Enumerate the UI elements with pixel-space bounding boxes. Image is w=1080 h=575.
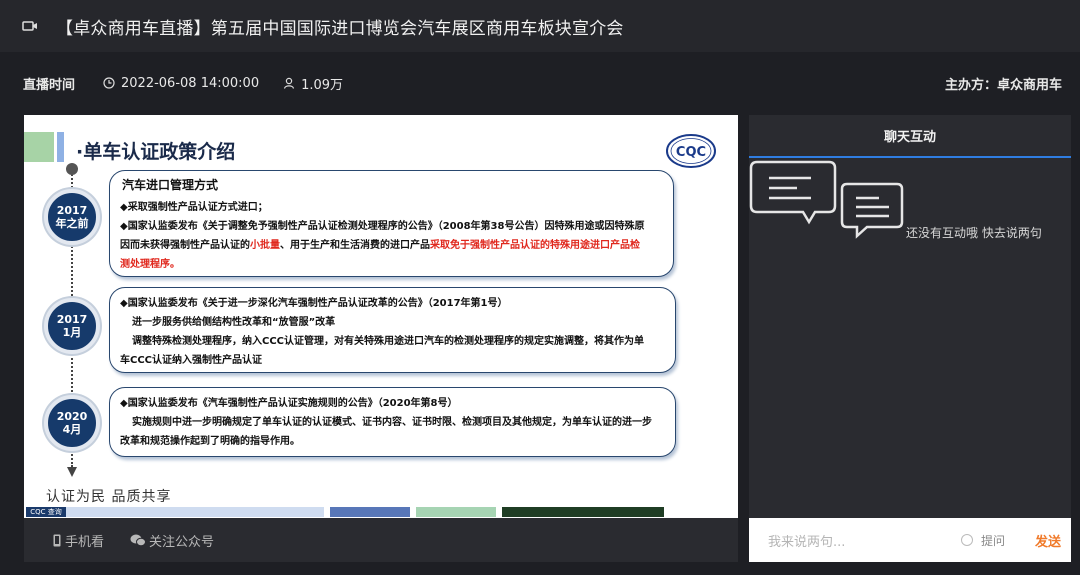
- box1-line3: 因而未获得强制性产品认证的小批量、用于生产和生活消费的进口产品采取免于强制性产品…: [120, 236, 663, 255]
- camera-icon: [22, 21, 37, 31]
- send-button[interactable]: 发送: [1035, 531, 1061, 550]
- cqc-logo-text: CQC: [676, 145, 706, 160]
- chat-empty-message: 还没有互动哦 快去说两句: [906, 226, 1042, 240]
- cqc-tag: CQC 查询: [26, 507, 66, 517]
- year-badge-year: 2017: [56, 313, 88, 326]
- box2-line1: ◆国家认监委发布《关于进一步深化汽车强制性产品认证改革的公告》（2017年第1号…: [120, 298, 508, 309]
- viewers-meta: 1.09万: [283, 74, 343, 93]
- wechat-icon: [130, 534, 147, 546]
- box2-line3: 调整特殊检测处理程序，纳入CCC认证管理，对有关特殊用途进口汽车的检测处理程序的…: [132, 336, 645, 347]
- datetime-text: 2022-06-08 14:00:00: [121, 75, 260, 91]
- box1-line4: 测处理程序。: [120, 255, 663, 274]
- box1-line2b: 因而未获得强制性产品认证的: [120, 240, 250, 251]
- viewers-count: 1.09万: [301, 77, 344, 93]
- year-badge-year: 2017: [56, 204, 88, 217]
- box1-line2: ◆国家认监委发布《关于调整免予强制性产品认证检测处理程序的公告》（2008年第3…: [120, 217, 663, 236]
- slide-footer-bar-green: [416, 507, 496, 517]
- tab-chat[interactable]: 聊天互动: [749, 115, 1071, 158]
- policy-box-2: ◆国家认监委发布《关于进一步深化汽车强制性产品认证改革的公告》（2017年第1号…: [109, 287, 676, 373]
- slide-slogan: 认证为民 品质共享: [46, 489, 172, 505]
- slide-footer-bar-light: [66, 507, 324, 517]
- box3-line2: 实施规则中进一步明确规定了单车认证的认证模式、证书内容、证书时限、检测项目及其他…: [132, 417, 652, 428]
- year-badge-sub: 年之前: [55, 217, 89, 230]
- top-bar: 【卓众商用车直播】第五届中国国际进口博览会汽车展区商用车板块宣介会: [0, 0, 1080, 52]
- user-icon: [283, 77, 295, 89]
- cqc-logo: CQC: [666, 134, 716, 168]
- clock-icon: [103, 77, 115, 89]
- slide-footer-bar-blue: [330, 507, 410, 517]
- chat-input-bar: 我来说两句... 提问 发送: [749, 518, 1071, 562]
- ask-label: 提问: [980, 533, 1005, 548]
- policy-box-1: 汽车进口管理方式 ◆采取强制性产品认证方式进口； ◆国家认监委发布《关于调整免予…: [109, 170, 674, 277]
- timeline-arrow: [67, 467, 77, 477]
- year-badge-sub: 1月: [62, 326, 82, 339]
- ask-toggle[interactable]: 提问: [960, 532, 1005, 549]
- box1-line1: ◆采取强制性产品认证方式进口；: [120, 202, 268, 213]
- chat-empty-icon: [749, 160, 904, 239]
- box1-heading: 汽车进口管理方式: [122, 178, 219, 192]
- slide-title: ·单车认证政策介绍: [76, 141, 236, 163]
- box1-highlight-exempt: 采取免于强制性产品认证的特殊用途进口产品检: [430, 240, 640, 251]
- policy-box-3: ◆国家认监委发布《汽车强制性产品认证实施规则的公告》（2020年第8号） 实施规…: [109, 387, 676, 457]
- ask-radio[interactable]: [960, 534, 973, 546]
- time-label: 直播时间: [23, 77, 76, 93]
- slide-footer-bar-dark: [502, 507, 664, 517]
- box1-highlight-small-batch: 小批量: [250, 240, 280, 251]
- follow-account-button[interactable]: 关注公众号: [130, 531, 214, 550]
- player-footer: 手机看 关注公众号: [24, 518, 738, 562]
- chat-panel: 聊天互动 还没有互动哦 快去说两句: [749, 115, 1071, 518]
- phone-icon: [53, 534, 61, 546]
- datetime-meta: 2022-06-08 14:00:00: [103, 76, 259, 91]
- year-badge-2017-jan: 2017 1月: [44, 298, 100, 354]
- slide-deco-green: [24, 132, 54, 162]
- year-badge-year: 2020: [56, 410, 88, 423]
- follow-account-label: 关注公众号: [149, 534, 215, 550]
- box3-line3: 改革和规范操作起到了明确的指导作用。: [120, 436, 300, 447]
- tab-chat-label: 聊天互动: [883, 130, 936, 145]
- mobile-watch-button[interactable]: 手机看: [52, 531, 104, 550]
- year-badge-2020-apr: 2020 4月: [44, 395, 100, 451]
- box1-highlight-procedure: 测处理程序。: [120, 259, 180, 270]
- box2-line2: 进一步服务供给侧结构性改革和“放管服”改革: [132, 317, 336, 328]
- page-title: 【卓众商用车直播】第五届中国国际进口博览会汽车展区商用车板块宣介会: [56, 18, 624, 39]
- video-player[interactable]: ·单车认证政策介绍 CQC 2017 年之前 2017 1月 2020 4月 汽…: [24, 115, 738, 518]
- box2-line4: 车CCC认证纳入强制性产品认证: [120, 355, 263, 366]
- timeline-start-dot: [66, 163, 78, 175]
- slide-deco-blue: [57, 132, 64, 162]
- year-badge-2017-before: 2017 年之前: [44, 189, 100, 245]
- box1-line2d: 、用于生产和生活消费的进口产品: [280, 240, 430, 251]
- info-bar: 直播时间 2022-06-08 14:00:00 1.09万 主办方：卓众商用车: [0, 60, 1080, 106]
- chat-input[interactable]: 我来说两句...: [768, 531, 961, 550]
- year-badge-sub: 4月: [62, 423, 82, 436]
- mobile-watch-label: 手机看: [65, 534, 105, 550]
- host-label: 主办方：卓众商用车: [944, 77, 1062, 93]
- box1-line2a: ◆国家认监委发布《关于调整免予强制性产品认证检测处理程序的公告》（2008年第3…: [120, 221, 645, 232]
- box3-line1: ◆国家认监委发布《汽车强制性产品认证实施规则的公告》（2020年第8号）: [120, 398, 458, 409]
